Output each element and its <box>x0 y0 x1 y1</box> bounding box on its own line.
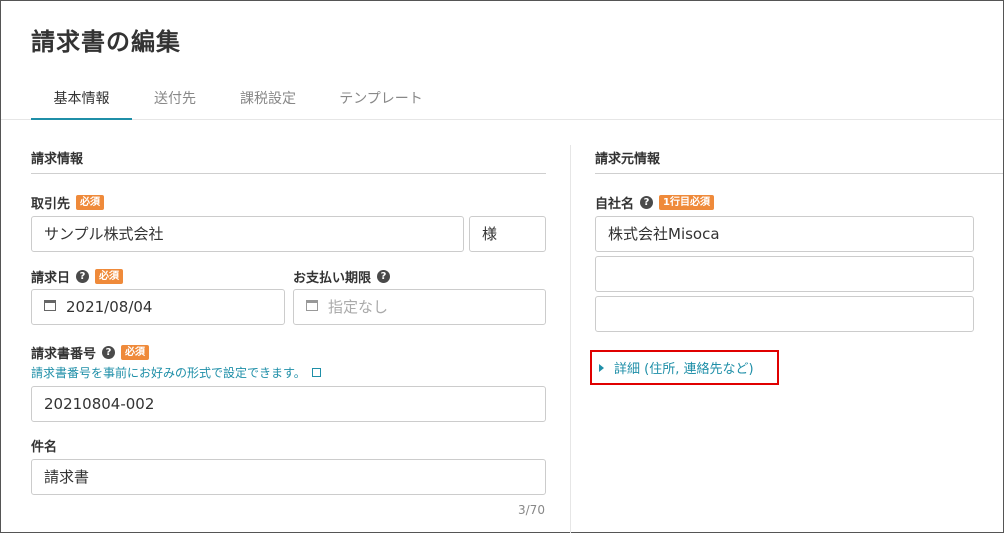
company-name-line1-input[interactable]: 株式会社Misoca <box>595 216 974 252</box>
honorific-select[interactable]: 様 <box>469 216 546 252</box>
due-date-label-row: お支払い期限 ? <box>293 267 391 286</box>
invoice-number-label: 請求書番号 <box>31 346 97 362</box>
calendar-icon <box>306 300 318 311</box>
page-title: 請求書の編集 <box>31 28 181 56</box>
invoice-date-label-row: 請求日 ? 必須 <box>31 267 124 286</box>
client-label-row: 取引先 必須 <box>31 193 105 212</box>
subject-char-counter: 3/70 <box>518 503 545 517</box>
company-name-line2-input[interactable] <box>595 256 974 292</box>
company-name-line3-input[interactable] <box>595 296 974 332</box>
invoice-number-input[interactable]: 20210804-002 <box>31 386 546 422</box>
subject-label-row: 件名 <box>31 436 58 455</box>
tab-tax-settings[interactable]: 課税設定 <box>218 78 318 120</box>
tab-template[interactable]: テンプレート <box>318 78 444 120</box>
required-badge: 必須 <box>121 344 150 360</box>
company-name-label-row: 自社名 ? 1行目必須 <box>595 193 714 212</box>
required-badge: 必須 <box>76 194 105 210</box>
client-label: 取引先 <box>31 196 71 212</box>
details-toggle-label: 詳細 (住所, 連絡先など) <box>614 362 754 377</box>
required-badge: 必須 <box>95 268 124 284</box>
details-toggle-link[interactable]: 詳細 (住所, 連絡先など) <box>599 358 754 377</box>
issuer-info-heading: 請求元情報 <box>595 145 1003 174</box>
invoice-number-label-row: 請求書番号 ? 必須 <box>31 343 150 362</box>
tab-recipient[interactable]: 送付先 <box>132 78 218 120</box>
column-divider <box>570 145 571 533</box>
subject-label: 件名 <box>31 439 58 455</box>
help-icon[interactable]: ? <box>377 269 391 283</box>
external-link-icon <box>311 368 321 377</box>
client-input[interactable]: サンプル株式会社 <box>31 216 464 252</box>
caret-right-icon <box>599 363 604 372</box>
help-icon[interactable]: ? <box>76 269 90 283</box>
due-date-placeholder: 指定なし <box>328 298 389 316</box>
invoice-number-hint: 請求書番号を事前にお好みの形式で設定できます。 <box>31 366 306 380</box>
invoice-date-value: 2021/08/04 <box>66 298 153 316</box>
invoice-number-hint-link[interactable]: 請求書番号を事前にお好みの形式で設定できます。 <box>31 364 321 381</box>
due-date-input[interactable]: 指定なし <box>293 289 546 325</box>
invoice-date-label: 請求日 <box>31 270 71 286</box>
billing-info-heading: 請求情報 <box>31 145 546 174</box>
required-badge: 1行目必須 <box>659 194 714 210</box>
help-icon[interactable]: ? <box>640 195 654 209</box>
calendar-icon <box>44 300 56 311</box>
subject-input[interactable]: 請求書 <box>31 459 546 495</box>
invoice-date-input[interactable]: 2021/08/04 <box>31 289 285 325</box>
company-name-label: 自社名 <box>595 196 635 212</box>
tab-bar: 基本情報 送付先 課税設定 テンプレート <box>1 78 1003 120</box>
due-date-label: お支払い期限 <box>293 270 372 286</box>
help-icon[interactable]: ? <box>102 345 116 359</box>
tab-basic-info[interactable]: 基本情報 <box>31 78 132 120</box>
